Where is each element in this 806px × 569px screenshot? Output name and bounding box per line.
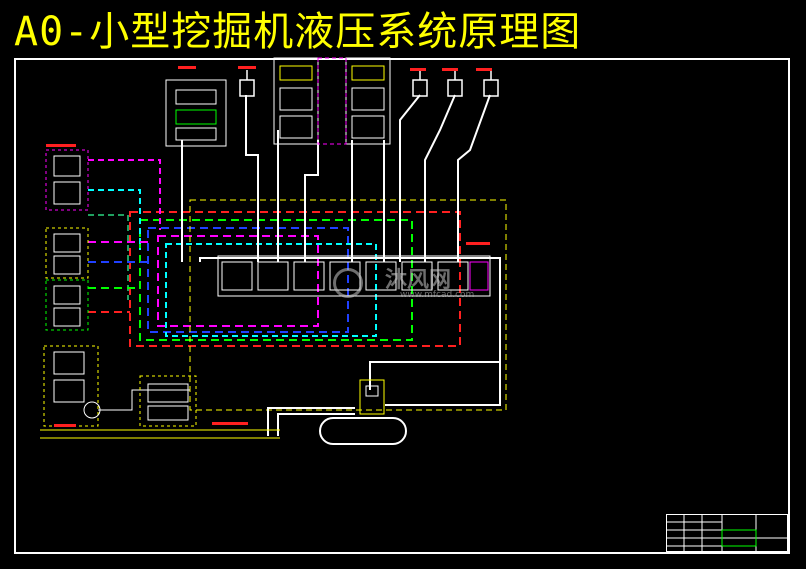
watermark-url: www.mfcad.com — [400, 290, 475, 300]
oil-tank — [319, 417, 407, 445]
return-to-tank — [385, 362, 501, 406]
main-line-6 — [399, 94, 421, 262]
pilot-loop-green — [139, 219, 413, 341]
travel-motors — [273, 57, 391, 145]
travel-motor-left — [273, 57, 319, 145]
main-line-8 — [457, 94, 491, 262]
pump-group — [43, 345, 197, 427]
tank-line — [267, 407, 355, 436]
drawing-canvas: A0-小型挖掘机液压系统原理图 沐风网 www.mfcad.com — [0, 0, 806, 569]
cylinder-4 — [483, 79, 499, 97]
main-line-7 — [424, 94, 456, 262]
pilot-valves — [45, 149, 89, 331]
title-block — [666, 514, 788, 552]
cylinder-2 — [412, 79, 428, 97]
watermark-logo-icon — [333, 268, 363, 298]
cylinder-3 — [447, 79, 463, 97]
cylinders — [239, 70, 499, 97]
travel-motor-right — [345, 57, 391, 145]
swing-motor — [165, 79, 227, 147]
pilot-line-magenta-left — [88, 159, 161, 230]
cylinder-1 — [239, 79, 255, 97]
filter-group — [359, 379, 385, 415]
